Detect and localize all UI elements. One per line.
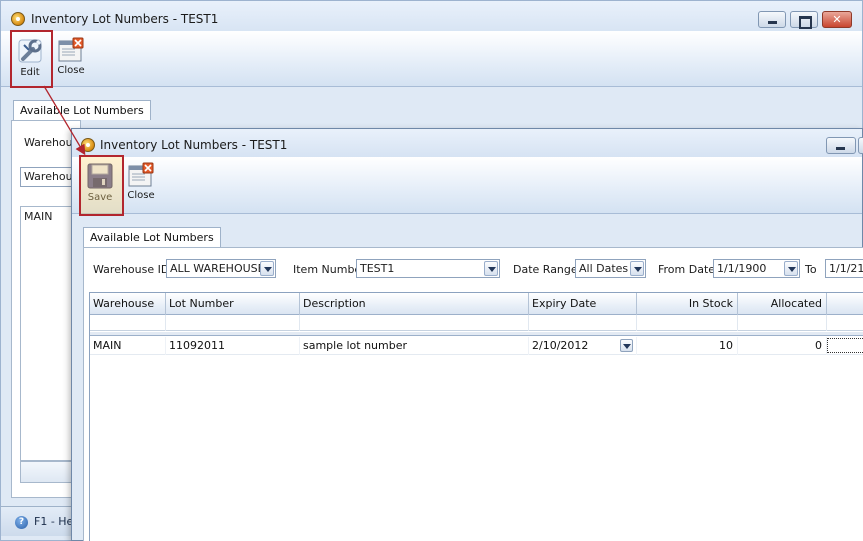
close-doc-icon: [58, 37, 84, 62]
from-date-picker[interactable]: 1/1/1900: [713, 259, 800, 278]
filter-cell[interactable]: [529, 315, 637, 331]
date-range-select[interactable]: All Dates: [575, 259, 646, 278]
front-window-title: Inventory Lot Numbers - TEST1: [100, 138, 288, 152]
cell-allocated[interactable]: 0: [738, 337, 827, 355]
item-number-label: Item Number: [293, 263, 366, 276]
grid-separator: [90, 332, 863, 336]
back-close-label: Close: [57, 65, 85, 76]
close-icon[interactable]: [822, 11, 852, 28]
to-date-label: To: [805, 263, 817, 276]
date-range-label: Date Range: [513, 263, 578, 276]
column-header-extra: [827, 293, 863, 315]
grid-header: Warehouse Lot Number Description Expiry …: [90, 293, 863, 315]
chevron-down-icon[interactable]: [260, 261, 274, 276]
date-range-value: All Dates: [579, 262, 629, 275]
to-date-picker[interactable]: 1/1/210: [825, 259, 863, 278]
front-window: Inventory Lot Numbers - TEST1 Save Close…: [71, 128, 863, 541]
column-header-expiry-date[interactable]: Expiry Date: [529, 293, 637, 315]
item-number-select[interactable]: TEST1: [356, 259, 500, 278]
minimize-icon[interactable]: [758, 11, 786, 28]
filter-cell[interactable]: [90, 315, 166, 331]
from-date-label: From Date: [658, 263, 716, 276]
column-header-description[interactable]: Description: [300, 293, 529, 315]
grid-filter-row[interactable]: [90, 315, 863, 331]
front-close-label: Close: [127, 190, 155, 201]
warehouse-id-value: ALL WAREHOUSE: [170, 262, 265, 275]
edit-highlight: [10, 30, 53, 88]
lot-numbers-grid: Warehouse Lot Number Description Expiry …: [89, 292, 863, 541]
save-highlight: [79, 155, 124, 216]
cell-warehouse[interactable]: MAIN: [90, 337, 166, 355]
back-titlebar: Inventory Lot Numbers - TEST1: [1, 1, 862, 35]
warehouse-id-select[interactable]: ALL WAREHOUSE: [166, 259, 276, 278]
app-icon: [81, 138, 95, 152]
back-tab-available-lot-numbers[interactable]: Available Lot Numbers: [13, 100, 151, 120]
chevron-down-icon[interactable]: [784, 261, 798, 276]
front-titlebar: Inventory Lot Numbers - TEST1: [72, 129, 863, 157]
app-icon: [11, 12, 25, 26]
column-header-warehouse[interactable]: Warehouse: [90, 293, 166, 315]
chevron-down-icon[interactable]: [484, 261, 498, 276]
cell-expiry-date-value: 2/10/2012: [532, 339, 589, 352]
filter-cell[interactable]: [166, 315, 300, 331]
cell-lot-number[interactable]: 11092011: [166, 337, 300, 355]
focused-cell[interactable]: [827, 338, 863, 353]
back-status-bar: ? F1 - He: [1, 506, 81, 536]
chevron-down-icon[interactable]: [630, 261, 644, 276]
filter-cell[interactable]: [637, 315, 738, 331]
front-close-button[interactable]: Close: [121, 162, 161, 201]
filter-cell[interactable]: [300, 315, 529, 331]
back-close-button[interactable]: Close: [51, 37, 91, 76]
back-window-title: Inventory Lot Numbers - TEST1: [31, 12, 219, 26]
table-row[interactable]: MAIN 11092011 sample lot number 2/10/201…: [90, 337, 863, 355]
tab-available-lot-numbers[interactable]: Available Lot Numbers: [83, 227, 221, 247]
from-date-value: 1/1/1900: [717, 262, 767, 275]
help-icon[interactable]: ?: [15, 516, 28, 529]
back-toolbar: Edit Close: [1, 31, 862, 87]
minimize-icon[interactable]: [826, 137, 856, 154]
chevron-down-icon[interactable]: [620, 339, 633, 352]
to-date-value: 1/1/210: [829, 262, 863, 275]
close-doc-icon: [128, 162, 154, 187]
status-text[interactable]: F1 - He: [34, 515, 73, 528]
column-header-allocated[interactable]: Allocated: [738, 293, 827, 315]
maximize-icon[interactable]: [790, 11, 818, 29]
cell-in-stock[interactable]: 10: [637, 337, 738, 355]
item-number-value: TEST1: [360, 262, 395, 275]
warehouse-id-label: Warehouse ID: [93, 263, 170, 276]
column-header-lot-number[interactable]: Lot Number: [166, 293, 300, 315]
cell-description[interactable]: sample lot number: [300, 337, 529, 355]
filter-cell[interactable]: [738, 315, 827, 331]
column-header-in-stock[interactable]: In Stock: [637, 293, 738, 315]
front-toolbar: Save Close: [72, 157, 862, 214]
maximize-icon[interactable]: [858, 137, 863, 154]
